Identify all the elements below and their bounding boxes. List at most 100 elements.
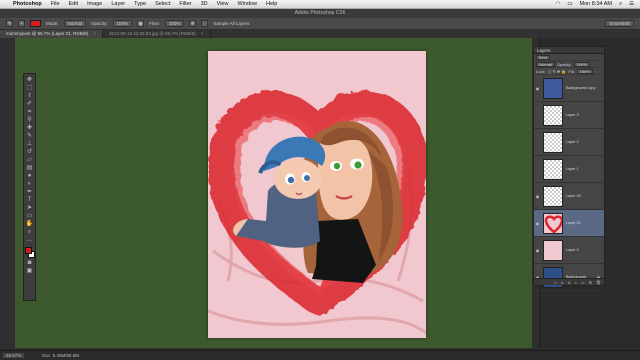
pen-tool-icon[interactable]: ✒: [25, 189, 34, 196]
quick-mask-icon[interactable]: ◙: [25, 260, 34, 267]
new-group-icon[interactable]: ▭: [581, 279, 585, 285]
close-icon[interactable]: ×: [201, 31, 204, 36]
path-select-tool-icon[interactable]: ➤: [25, 205, 34, 212]
layer-kind-filter[interactable]: Kind: [536, 54, 551, 60]
pressure-opacity-icon[interactable]: ◉: [137, 20, 145, 27]
menu-3d[interactable]: 3D: [201, 1, 208, 7]
layer-row[interactable]: ◉ Layer 2: [534, 237, 604, 264]
sample-all-layers-checkbox[interactable]: [201, 20, 209, 27]
link-layers-icon[interactable]: ∞: [554, 279, 557, 285]
blur-tool-icon[interactable]: ●: [25, 173, 34, 180]
history-brush-tool-icon[interactable]: ↺: [25, 149, 34, 156]
opacity-field[interactable]: 100%: [112, 20, 133, 27]
marquee-tool-icon[interactable]: ⬚: [25, 85, 34, 92]
brush-tool-preset-icon[interactable]: ✎: [6, 20, 13, 27]
layer-name[interactable]: Layer 2: [566, 140, 604, 144]
layer-row[interactable]: Layer 1: [534, 156, 604, 183]
airbrush-icon[interactable]: ✈: [189, 20, 197, 27]
notification-center-icon[interactable]: ☰: [629, 1, 634, 7]
menu-select[interactable]: Select: [155, 1, 170, 7]
battery-icon[interactable]: ▭: [567, 1, 572, 7]
fill-field[interactable]: 100%: [576, 68, 593, 74]
layer-row[interactable]: Layer 2: [534, 129, 604, 156]
layers-panel: Layers Kind Normal Opacity: 100% Lock: ▢…: [533, 46, 605, 291]
eyedropper-tool-icon[interactable]: ⚲: [25, 117, 34, 124]
tab-document-active[interactable]: mommypost @ 66.7% (Layer 21, RGB/8) ×: [0, 30, 104, 38]
layer-name[interactable]: Layer 21: [566, 221, 604, 225]
layer-name[interactable]: Background copy: [566, 86, 604, 90]
mode-dropdown[interactable]: Normal: [63, 20, 87, 27]
layer-name[interactable]: Layer 2: [566, 248, 604, 252]
menu-view[interactable]: View: [217, 1, 229, 7]
eraser-tool-icon[interactable]: ▱: [25, 157, 34, 164]
flow-label: Flow:: [149, 21, 160, 26]
layer-name[interactable]: Layer 1: [566, 167, 604, 171]
menu-layer[interactable]: Layer: [111, 1, 125, 7]
menu-filter[interactable]: Filter: [179, 1, 191, 7]
more-tools-icon[interactable]: …: [25, 237, 34, 244]
type-tool-icon[interactable]: T: [25, 197, 34, 204]
clone-stamp-tool-icon[interactable]: ⊥: [25, 141, 34, 148]
layer-thumbnail: [543, 239, 563, 261]
brush-color-swatch[interactable]: [30, 20, 41, 27]
tab-label: mommypost @ 66.7% (Layer 21, RGB/8): [6, 31, 89, 36]
menu-window[interactable]: Window: [237, 1, 257, 7]
new-layer-icon[interactable]: ⊞: [589, 279, 592, 285]
lasso-tool-icon[interactable]: ℓ: [25, 93, 34, 100]
brush-size-picker-icon[interactable]: •: [18, 20, 25, 27]
menu-file[interactable]: File: [51, 1, 60, 7]
hand-tool-icon[interactable]: ✋: [25, 221, 34, 228]
shape-tool-icon[interactable]: ▭: [25, 213, 34, 220]
layer-row-selected[interactable]: ◉ Layer 21: [534, 210, 604, 237]
move-tool-icon[interactable]: ✥: [25, 77, 34, 84]
foreground-color-swatch[interactable]: [24, 247, 32, 254]
menu-image[interactable]: Image: [87, 1, 102, 7]
layer-thumbnail: [543, 77, 563, 99]
healing-brush-tool-icon[interactable]: ✚: [25, 125, 34, 132]
visibility-eye-icon[interactable]: ◉: [534, 221, 541, 226]
menu-edit[interactable]: Edit: [69, 1, 78, 7]
screen-mode-icon[interactable]: ▣: [25, 268, 34, 275]
blend-mode-dropdown[interactable]: Normal: [536, 61, 555, 67]
sample-all-layers-label[interactable]: Sample All Layers: [213, 21, 249, 26]
wifi-icon[interactable]: ◠: [556, 1, 561, 7]
visibility-eye-icon[interactable]: ◉: [534, 86, 541, 91]
adjustment-layer-icon[interactable]: ◑: [574, 279, 576, 285]
crop-tool-icon[interactable]: ⌗: [25, 109, 34, 116]
layer-name[interactable]: Layer 20: [566, 194, 604, 198]
spotlight-search-icon[interactable]: ⌕: [619, 1, 622, 8]
menu-help[interactable]: Help: [266, 1, 277, 7]
zoom-tool-icon[interactable]: ⌕: [25, 229, 34, 236]
left-gutter: [0, 38, 15, 348]
layer-name[interactable]: Layer 3: [566, 113, 604, 117]
quick-select-tool-icon[interactable]: ✐: [25, 101, 34, 108]
layers-panel-title[interactable]: Layers: [534, 47, 604, 54]
add-mask-icon[interactable]: ◘: [568, 279, 570, 285]
layer-row[interactable]: ◉ Background copy: [534, 75, 604, 102]
workspace-dropdown[interactable]: Essentials: [605, 20, 634, 27]
lock-icons[interactable]: ▢ ✎ ✥ 🔒: [548, 69, 567, 74]
layer-opacity-field[interactable]: 100%: [573, 61, 590, 67]
layer-style-icon[interactable]: fx: [561, 279, 564, 285]
visibility-eye-icon[interactable]: ◉: [534, 248, 541, 253]
close-icon[interactable]: ×: [93, 31, 96, 36]
foreground-background-colors[interactable]: [24, 247, 35, 259]
layer-row[interactable]: Layer 3: [534, 102, 604, 129]
tab-document-inactive[interactable]: 2013-09-18 22.03.53.jpg @ 66.7% (RGB/8) …: [103, 30, 211, 38]
document-canvas[interactable]: [208, 51, 426, 338]
artwork-illustration: [208, 89, 426, 335]
gradient-tool-icon[interactable]: ▤: [25, 165, 34, 172]
zoom-level-field[interactable]: 66.67%: [3, 353, 25, 358]
document-size-info[interactable]: Doc: 5.49M/85.6M: [42, 353, 79, 358]
lock-label: Lock:: [536, 68, 546, 74]
delete-layer-icon[interactable]: 🗑: [596, 279, 601, 285]
menu-app-name[interactable]: Photoshop: [13, 1, 42, 7]
menubar-clock[interactable]: Mon 8:34 AM: [580, 1, 612, 7]
flow-field[interactable]: 100%: [164, 20, 185, 27]
menu-type[interactable]: Type: [134, 1, 146, 7]
dodge-tool-icon[interactable]: ◐: [25, 181, 34, 188]
layer-row[interactable]: ◉ Layer 20: [534, 183, 604, 210]
layer-thumbnail: [543, 185, 563, 207]
visibility-eye-icon[interactable]: ◉: [534, 194, 541, 199]
brush-tool-icon[interactable]: ✎: [25, 133, 34, 140]
